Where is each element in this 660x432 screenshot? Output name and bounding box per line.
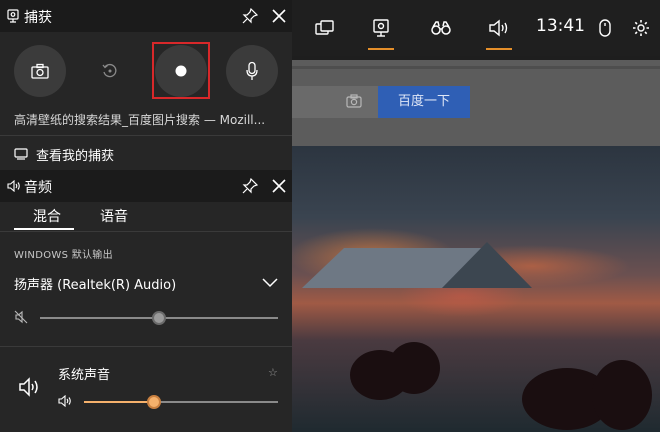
audio-panel: 音频 混合 语音 WINDOWS 默认输出 扬声器 (Realtek(R) Au… (0, 170, 292, 432)
default-output-label: WINDOWS 默认输出 (14, 250, 113, 261)
microphone-icon (246, 61, 258, 80)
record-highlight-box (152, 42, 210, 99)
performance-icon (431, 21, 451, 35)
system-volume-fill (84, 401, 154, 403)
performance-widget-button[interactable] (426, 12, 456, 44)
pin-icon[interactable] (242, 8, 258, 24)
settings-icon (633, 20, 649, 36)
device-volume-slider[interactable] (152, 311, 166, 325)
speaker-icon (7, 180, 20, 192)
capture-panel-title: 捕获 (24, 10, 52, 26)
audio-icon (489, 19, 508, 37)
speaker-icon[interactable] (58, 395, 72, 407)
record-last-icon (102, 63, 117, 78)
view-captures-label: 查看我的捕获 (36, 148, 115, 164)
wallpaper-photo (292, 146, 660, 432)
camera-icon (31, 63, 49, 79)
tab-voice[interactable]: 语音 (100, 206, 128, 226)
capture-panel: 捕获 高清壁纸的搜索结果_百度图片搜索 — Mozill... 查看我的捕获 (0, 0, 292, 170)
audio-panel-title: 音频 (24, 180, 52, 196)
browser-search-input[interactable] (292, 86, 378, 118)
widget-menu-button[interactable] (310, 12, 340, 44)
background-desktop: 百度一下 (292, 0, 660, 432)
system-sound-icon (19, 377, 38, 397)
microphone-button[interactable] (226, 45, 278, 97)
divider (0, 346, 292, 347)
browser-divider (292, 66, 660, 69)
mouse-button[interactable] (590, 12, 620, 44)
chevron-down-icon[interactable] (262, 276, 278, 288)
view-captures-link[interactable]: 查看我的捕获 (14, 144, 114, 164)
record-last-button[interactable] (84, 45, 136, 97)
capture-icon (7, 9, 19, 23)
tree-silhouette (388, 342, 440, 394)
divider (0, 135, 292, 136)
camera-search-icon[interactable] (346, 94, 362, 108)
audio-widget-button[interactable] (484, 12, 514, 50)
close-icon[interactable] (270, 7, 288, 25)
divider (0, 231, 292, 232)
close-icon[interactable] (270, 177, 288, 195)
output-device-select[interactable]: 扬声器 (Realtek(R) Audio) (14, 274, 176, 293)
active-tab-indicator (14, 228, 74, 230)
pin-icon[interactable] (242, 178, 258, 194)
system-volume-slider[interactable] (146, 395, 161, 409)
clock: 13:41 (536, 16, 585, 36)
baidu-search-button[interactable]: 百度一下 (378, 86, 470, 118)
settings-button[interactable] (626, 12, 656, 44)
muted-speaker-icon[interactable] (14, 310, 28, 324)
capture-panel-header: 捕获 (0, 0, 292, 32)
capture-icon (373, 19, 389, 37)
audio-panel-header: 音频 (0, 170, 292, 202)
gallery-icon (14, 148, 28, 160)
captured-window-title: 高清壁纸的搜索结果_百度图片搜索 — Mozill... (14, 113, 266, 127)
screenshot-button[interactable] (14, 45, 66, 97)
system-sound-label: 系统声音 (58, 368, 111, 383)
favorite-star-icon[interactable]: ☆ (268, 366, 278, 379)
game-bar-toolbar: 13:41 (292, 0, 660, 56)
tree-silhouette (592, 360, 652, 430)
capture-widget-button[interactable] (366, 12, 396, 50)
mouse-icon (599, 19, 611, 37)
tab-mix[interactable]: 混合 (33, 206, 61, 226)
widget-menu-icon (315, 20, 334, 35)
